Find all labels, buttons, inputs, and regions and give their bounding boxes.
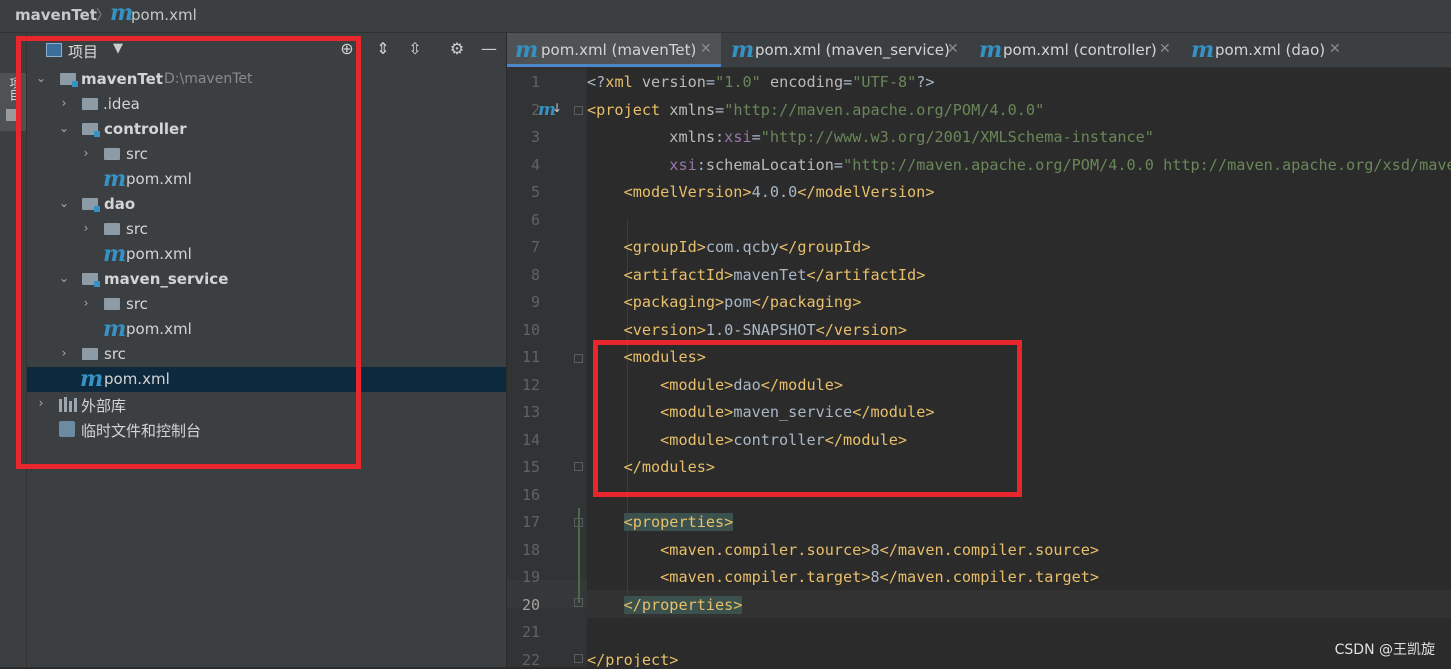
annotation-box-modules [593,340,1022,497]
hide-panel-icon[interactable]: — [478,38,500,60]
line-number: 6 [530,211,540,229]
line-number: 12 [521,376,540,394]
structure-icon[interactable] [6,109,16,121]
code-line-9: <packaging>pom</packaging> [623,293,862,311]
breadcrumb-separator-icon: 〉 [96,8,110,24]
tab-pom-dao[interactable]: m pom.xml (dao) ✕ [1183,33,1353,67]
code-line-22: </project> [587,651,679,667]
line-number: 17 [521,513,540,531]
breadcrumb-file[interactable]: pom.xml [131,6,197,24]
gear-icon[interactable]: ⚙ [446,38,468,60]
line-number: 2 [530,101,540,119]
line-number: 13 [521,403,540,421]
line-number: 7 [530,238,540,256]
tab-label: pom.xml (dao) [1215,41,1326,59]
maven-file-icon: m [979,37,1003,63]
breadcrumb: mavenTet 〉 m pom.xml [0,0,1451,33]
line-number: 3 [530,128,540,146]
tab-pom-controller[interactable]: m pom.xml (controller) ✕ [971,33,1181,67]
line-number: 16 [521,486,540,504]
code-line-3: xmlns:xsi="http://www.w3.org/2001/XMLSch… [669,128,1154,146]
annotation-box-project [16,36,361,469]
line-number: 21 [521,623,540,641]
fold-marker-icon[interactable] [574,106,583,115]
editor-gutter: 1 2 3 4 5 6 7 8 9 10 11 12 13 14 15 16 17 18 19 20 21 22 m ↓ [507,68,587,669]
code-line-20: </properties> [623,596,743,614]
code-line-5: <modelVersion>4.0.0</modelVersion> [623,183,935,201]
tab-label: pom.xml (controller) [1003,41,1157,59]
code-line-2: <project xmlns="http://maven.apache.org/… [587,101,1045,119]
maven-file-icon: m [731,37,755,63]
code-line-18: <maven.compiler.source>8</maven.compiler… [660,541,1100,559]
tab-label: pom.xml (mavenTet) [541,41,697,59]
line-number: 10 [521,321,540,339]
change-marker [578,508,580,603]
code-line-19: <maven.compiler.target>8</maven.compiler… [660,568,1100,586]
line-number: 1 [530,73,540,91]
fold-marker-icon[interactable] [574,462,583,471]
tab-pom-maventet[interactable]: m pom.xml (mavenTet) ✕ [507,33,721,67]
arrow-down-icon: ↓ [552,101,563,115]
maven-file-icon: m [110,0,134,26]
close-icon[interactable]: ✕ [1329,41,1341,57]
watermark: CSDN @王凯旋 [1334,642,1435,658]
line-number: 5 [530,183,540,201]
editor-tab-bar: m pom.xml (mavenTet) ✕ m pom.xml (maven_… [507,33,1451,68]
tab-label: pom.xml (maven_service) [755,41,950,59]
maven-file-icon: m [1191,37,1215,63]
code-line-17: <properties> [623,513,734,531]
code-line-10: <version>1.0-SNAPSHOT</version> [623,321,908,339]
collapse-all-icon[interactable]: ⇳ [404,38,426,60]
line-number: 8 [530,266,540,284]
close-icon[interactable]: ✕ [700,41,712,57]
expand-all-icon[interactable]: ⇕ [372,38,394,60]
breadcrumb-project[interactable]: mavenTet [15,6,97,24]
line-number: 4 [530,156,540,174]
fold-marker-icon[interactable] [574,354,583,363]
code-line-7: <groupId>com.qcby</groupId> [623,238,871,256]
line-number: 14 [521,431,540,449]
tab-pom-maven-service[interactable]: m pom.xml (maven_service) ✕ [723,33,969,67]
line-number: 9 [530,293,540,311]
line-number: 18 [521,541,540,559]
code-line-8: <artifactId>mavenTet</artifactId> [623,266,926,284]
line-number: 20 [521,596,540,614]
fold-marker-icon[interactable] [574,654,583,663]
line-number: 15 [521,458,540,476]
line-number: 19 [521,568,540,586]
maven-file-icon: m [515,37,539,63]
code-line-1: <?xml version="1.0" encoding="UTF-8"?> [587,73,935,91]
code-line-4: xsi:schemaLocation="http://maven.apache.… [669,156,1451,174]
close-icon[interactable]: ✕ [1159,41,1171,57]
close-icon[interactable]: ✕ [947,41,959,57]
line-number: 11 [521,348,540,366]
line-number: 22 [521,651,540,669]
